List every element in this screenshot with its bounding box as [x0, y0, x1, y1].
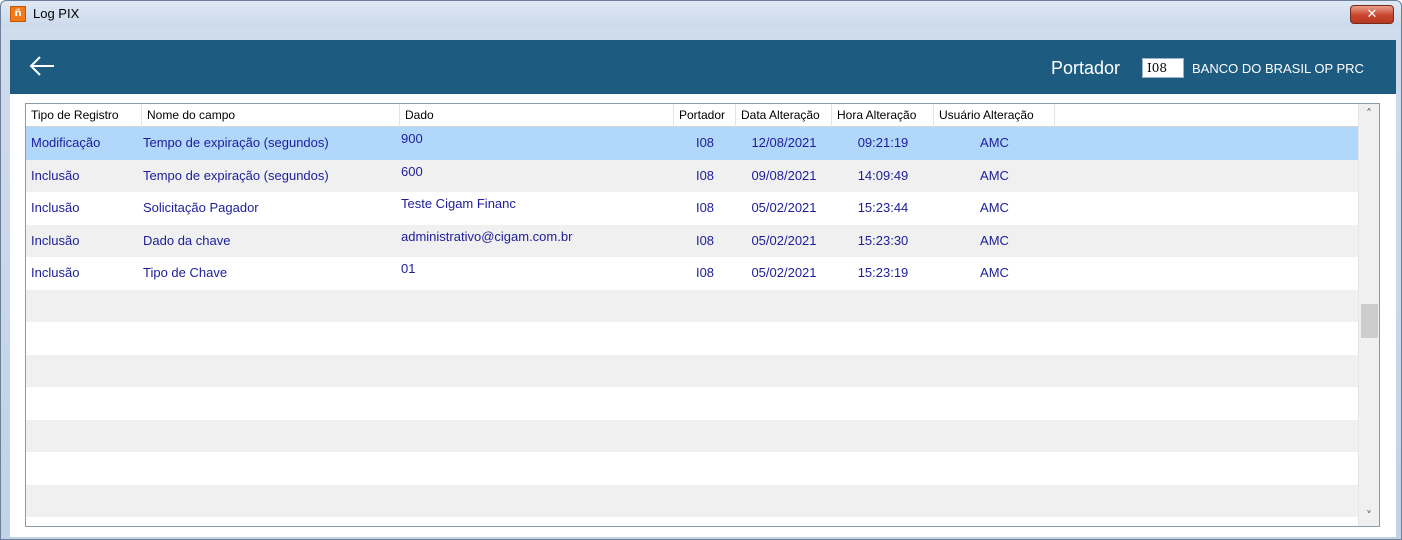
empty-row: [26, 484, 1358, 517]
cell-dado: 01: [401, 261, 416, 276]
close-icon: ✕: [1366, 7, 1378, 22]
column-header-usuario-alteracao[interactable]: Usuário Alteração: [934, 104, 1055, 127]
cell-campo: Tipo de Chave: [143, 265, 228, 280]
cell-hora: 14:09:49: [857, 167, 909, 183]
cell-data: 09/08/2021: [751, 167, 817, 183]
cell-portador: I08: [695, 200, 715, 215]
empty-row: [26, 322, 1358, 355]
content-panel: Tipo de Registro Nome do campo Dado Port…: [10, 94, 1396, 537]
cell-campo: Solicitação Pagador: [143, 200, 259, 215]
cell-usuario: AMC: [980, 167, 1009, 183]
empty-row: [26, 452, 1358, 485]
cell-dado: administrativo@cigam.com.br: [401, 228, 573, 244]
table-row[interactable]: Modificação Tempo de expiração (segundos…: [26, 127, 1358, 160]
cell-data: 05/02/2021: [751, 200, 817, 215]
scroll-thumb[interactable]: [1361, 304, 1378, 338]
table-row[interactable]: Inclusão Tempo de expiração (segundos) 6…: [26, 159, 1358, 192]
table-row[interactable]: Inclusão Tipo de Chave 01 I08 05/02/2021…: [26, 257, 1358, 290]
column-header-data-alteracao[interactable]: Data Alteração: [736, 104, 832, 127]
cell-campo: Tempo de expiração (segundos): [143, 135, 329, 150]
cell-data: 12/08/2021: [751, 135, 817, 150]
close-button[interactable]: ✕: [1350, 5, 1394, 24]
cell-portador: I08: [695, 265, 715, 280]
cell-data: 05/02/2021: [751, 265, 817, 280]
cell-usuario: AMC: [980, 200, 1009, 215]
cell-hora: 09:21:19: [857, 135, 909, 150]
cell-campo: Dado da chave: [143, 232, 231, 248]
vertical-scrollbar[interactable]: ˄ ˅: [1358, 104, 1379, 526]
app-logo-icon: ñ: [10, 6, 26, 22]
cell-campo: Tempo de expiração (segundos): [143, 167, 329, 183]
cell-dado: Teste Cigam Financ: [401, 196, 516, 211]
back-button[interactable]: [27, 52, 57, 80]
empty-row: [26, 419, 1358, 452]
cell-hora: 15:23:30: [857, 232, 909, 248]
column-header-portador[interactable]: Portador: [674, 104, 736, 127]
cell-usuario: AMC: [980, 232, 1009, 248]
cell-hora: 15:23:44: [857, 200, 909, 215]
cell-tipo: Inclusão: [31, 232, 80, 248]
empty-row: [26, 354, 1358, 387]
empty-row: [26, 517, 1358, 526]
column-header-dado[interactable]: Dado: [400, 104, 674, 127]
arrow-left-icon: [29, 56, 54, 76]
column-header-hora-alteracao[interactable]: Hora Alteração: [832, 104, 934, 127]
chevron-down-icon: ˅: [1366, 509, 1372, 523]
cell-usuario: AMC: [980, 265, 1009, 280]
cell-dado: 600: [401, 163, 423, 179]
cell-tipo: Inclusão: [31, 167, 80, 183]
cell-portador: I08: [695, 135, 715, 150]
header-bar: Portador I08 BANCO DO BRASIL OP PRC: [10, 40, 1396, 94]
chevron-up-icon: ˄: [1366, 107, 1372, 121]
grid-header: Tipo de Registro Nome do campo Dado Port…: [26, 104, 1358, 127]
portador-code-field[interactable]: I08: [1142, 58, 1184, 78]
cell-usuario: AMC: [980, 135, 1009, 150]
table-row[interactable]: Inclusão Dado da chave administrativo@ci…: [26, 224, 1358, 257]
cell-hora: 15:23:19: [857, 265, 909, 280]
cell-data: 05/02/2021: [751, 232, 817, 248]
cell-dado: 900: [401, 131, 423, 146]
cell-tipo: Modificação: [31, 135, 101, 150]
column-header-nome-campo[interactable]: Nome do campo: [142, 104, 400, 127]
grid-rows: Modificação Tempo de expiração (segundos…: [26, 127, 1358, 526]
column-header-tipo-registro[interactable]: Tipo de Registro: [26, 104, 142, 127]
log-pix-window: ñ Log PIX ✕ Portador I08 BANCO DO BRASIL…: [0, 0, 1402, 540]
empty-row: [26, 289, 1358, 322]
cell-tipo: Inclusão: [31, 200, 80, 215]
cell-portador: I08: [695, 232, 715, 248]
cell-tipo: Inclusão: [31, 265, 80, 280]
scroll-down-button[interactable]: ˅: [1359, 506, 1379, 526]
table-row[interactable]: Inclusão Solicitação Pagador Teste Cigam…: [26, 192, 1358, 225]
portador-name: BANCO DO BRASIL OP PRC: [1192, 61, 1364, 76]
log-grid: Tipo de Registro Nome do campo Dado Port…: [25, 103, 1380, 527]
empty-row: [26, 387, 1358, 420]
portador-label: Portador: [1051, 58, 1121, 78]
title-bar: ñ Log PIX ✕: [1, 1, 1401, 27]
window-title: Log PIX: [33, 6, 80, 21]
scroll-up-button[interactable]: ˄: [1359, 104, 1379, 124]
cell-portador: I08: [695, 167, 715, 183]
